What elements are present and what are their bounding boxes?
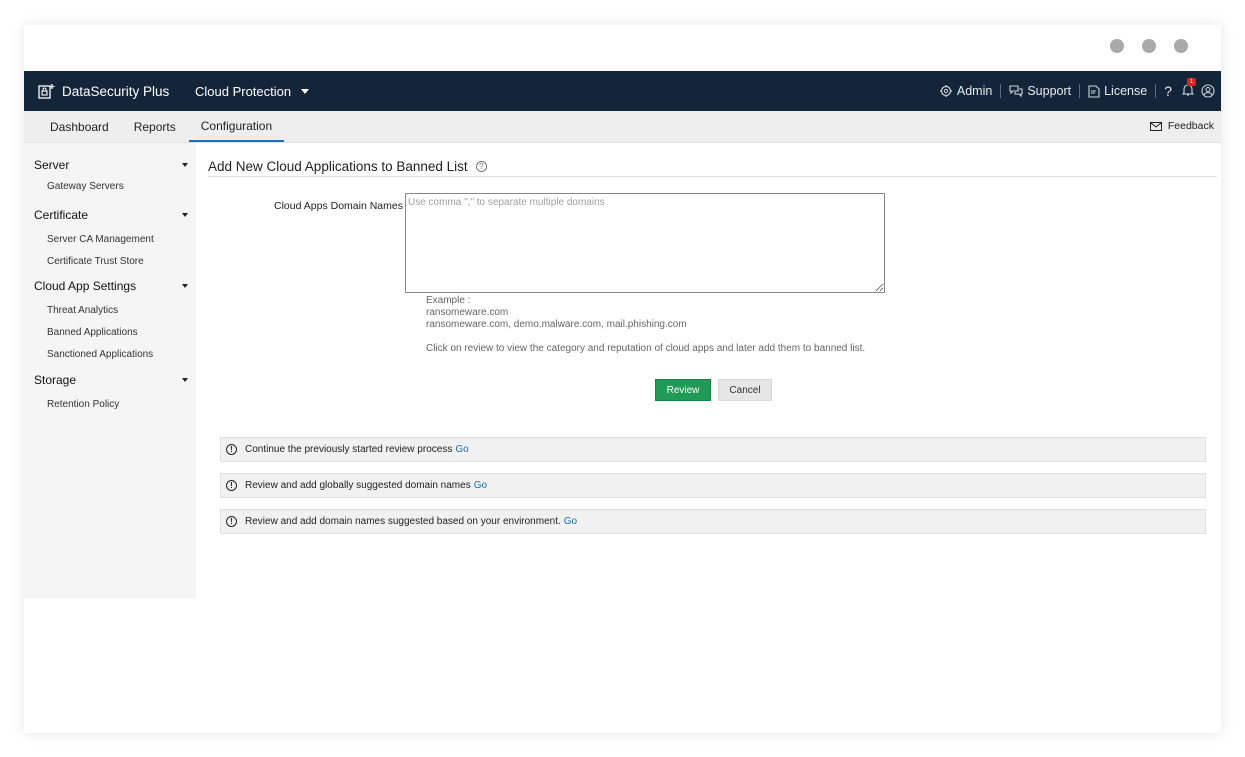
sidebar-section-title: Storage [34,373,77,387]
window-controls [1110,39,1188,53]
sidebar-item-banned-applications[interactable]: Banned Applications [24,322,196,344]
license-label: License [1104,84,1148,98]
sidebar-section-title: Cloud App Settings [34,279,137,293]
notice-text: Review and add domain names suggested ba… [245,516,561,527]
license-document-icon [1088,84,1100,98]
example-label: Example : [426,295,471,306]
top-navbar: DataSecurity Plus Cloud Protection Admin… [24,71,1221,111]
info-alert-icon: ! [226,444,237,455]
caret-down-icon [182,378,188,382]
admin-label: Admin [956,84,993,98]
sidebar-item-retention-policy[interactable]: Retention Policy [24,394,196,416]
tab-dashboard[interactable]: Dashboard [25,120,121,142]
sidebar-section-storage[interactable]: Storage [24,372,196,388]
divider [1079,84,1081,98]
notice-environment-suggestions: ! Review and add domain names suggested … [220,509,1206,534]
module-selector[interactable]: Cloud Protection [195,71,310,111]
review-button[interactable]: Review [655,379,711,401]
go-link[interactable]: Go [564,516,577,527]
mail-icon [1149,121,1162,131]
help-link[interactable]: ? [1164,83,1172,99]
license-link[interactable]: License [1088,84,1147,98]
window-control-dot-icon[interactable] [1142,39,1156,53]
notice-text: Continue the previously started review p… [245,444,453,455]
app-window: DataSecurity Plus Cloud Protection Admin… [24,25,1221,733]
sidebar-item-certificate-trust-store[interactable]: Certificate Trust Store [24,251,196,273]
caret-down-icon [182,163,188,167]
sidebar-section-title: Server [34,158,70,172]
domain-names-input[interactable] [405,193,885,293]
admin-link[interactable]: Admin [939,84,992,98]
user-profile-icon[interactable] [1201,84,1215,98]
sidebar-section-certificate[interactable]: Certificate [24,207,196,223]
tab-configuration[interactable]: Configuration [188,119,285,142]
feedback-label: Feedback [1167,120,1214,132]
domain-names-label: Cloud Apps Domain Names [274,200,403,212]
brand[interactable]: DataSecurity Plus [24,71,184,111]
content-area: Server Gateway Servers Certificate Serve… [24,143,1221,733]
notification-badge: 1 [1187,78,1196,86]
top-right-menu: Admin Support License ? 1 [939,71,1215,111]
datasecurity-logo-icon [38,84,55,99]
window-control-dot-icon[interactable] [1110,39,1124,53]
review-instruction: Click on review to view the category and… [426,343,866,354]
sidebar-section-title: Certificate [34,208,89,222]
brand-name: DataSecurity Plus [62,83,170,99]
notice-global-suggestions: ! Review and add globally suggested doma… [220,473,1206,498]
sidebar-section-server[interactable]: Server [24,157,196,173]
sidebar: Server Gateway Servers Certificate Serve… [24,143,196,598]
cancel-button[interactable]: Cancel [718,379,772,401]
support-chat-icon [1009,85,1023,97]
notice-continue-review: ! Continue the previously started review… [220,437,1206,462]
go-link[interactable]: Go [474,480,487,491]
go-link[interactable]: Go [455,444,468,455]
sidebar-item-gateway-servers[interactable]: Gateway Servers [24,179,196,194]
notice-text: Review and add globally suggested domain… [245,480,471,491]
sidebar-section-cloud-app-settings[interactable]: Cloud App Settings [24,278,196,294]
window-titlebar [24,25,1221,71]
page-title-text: Add New Cloud Applications to Banned Lis… [208,159,468,174]
support-label: Support [1027,84,1072,98]
divider [1155,84,1157,98]
example-single: ransomeware.com [426,307,509,318]
admin-gear-icon [939,85,952,97]
sidebar-item-threat-analytics[interactable]: Threat Analytics [24,300,196,322]
info-alert-icon: ! [226,480,237,491]
info-alert-icon: ! [226,516,237,527]
suggestion-notices: ! Continue the previously started review… [220,437,1206,545]
main-panel: Add New Cloud Applications to Banned Lis… [196,143,1221,733]
main-tabs: Dashboard Reports Configuration Feedback [24,111,1221,143]
caret-down-icon [301,88,310,94]
example-hint: Example : ransomeware.com ransomeware.co… [426,295,687,331]
example-multiple: ransomeware.com, demo.malware.com, mail.… [426,319,687,330]
sidebar-item-server-ca-management[interactable]: Server CA Management [24,229,196,251]
feedback-link[interactable]: Feedback [1149,120,1214,132]
caret-down-icon [182,284,188,288]
divider [1000,84,1002,98]
page-title: Add New Cloud Applications to Banned Lis… [208,143,1217,177]
window-control-dot-icon[interactable] [1174,39,1188,53]
caret-down-icon [182,213,188,217]
sidebar-item-sanctioned-applications[interactable]: Sanctioned Applications [24,344,196,366]
notifications-button[interactable]: 1 [1181,78,1196,99]
support-link[interactable]: Support [1009,84,1071,98]
tab-reports[interactable]: Reports [122,120,188,142]
module-label: Cloud Protection [195,83,292,99]
help-question-icon[interactable]: ? [475,161,487,172]
